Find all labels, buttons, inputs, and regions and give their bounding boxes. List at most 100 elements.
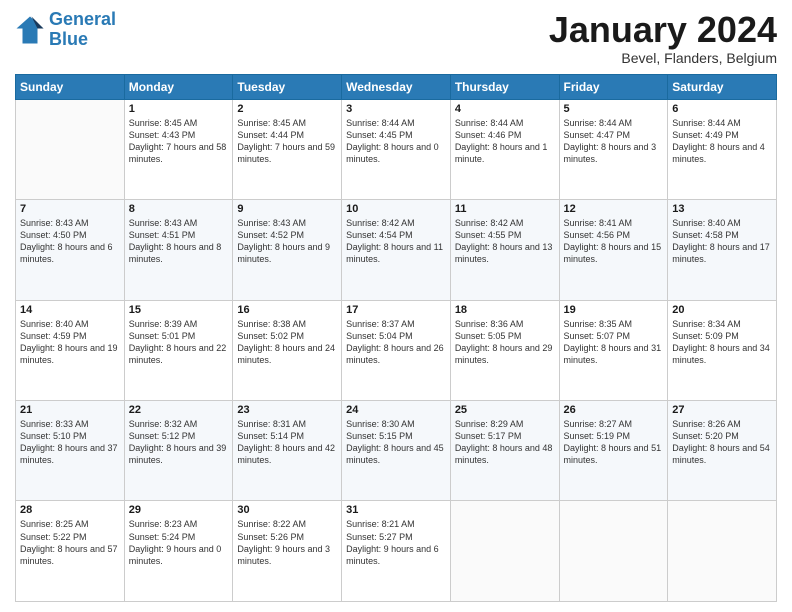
day-number: 13 — [672, 203, 772, 215]
day-number: 2 — [237, 103, 337, 115]
day-detail: Sunrise: 8:30 AMSunset: 5:15 PMDaylight:… — [346, 419, 444, 465]
month-title: January 2024 — [549, 10, 777, 50]
day-number: 24 — [346, 404, 446, 416]
day-detail: Sunrise: 8:40 AMSunset: 4:59 PMDaylight:… — [20, 319, 118, 365]
table-row: 2 Sunrise: 8:45 AMSunset: 4:44 PMDayligh… — [233, 99, 342, 199]
day-detail: Sunrise: 8:45 AMSunset: 4:43 PMDaylight:… — [129, 118, 227, 164]
header: General Blue January 2024 Bevel, Flander… — [15, 10, 777, 66]
day-number: 14 — [20, 304, 120, 316]
day-detail: Sunrise: 8:41 AMSunset: 4:56 PMDaylight:… — [564, 218, 662, 264]
day-detail: Sunrise: 8:37 AMSunset: 5:04 PMDaylight:… — [346, 319, 444, 365]
logo-text: General Blue — [49, 10, 116, 50]
logo-line2: Blue — [49, 29, 88, 49]
day-number: 25 — [455, 404, 555, 416]
table-row: 7 Sunrise: 8:43 AMSunset: 4:50 PMDayligh… — [16, 200, 125, 300]
page: General Blue January 2024 Bevel, Flander… — [0, 0, 792, 612]
day-number: 11 — [455, 203, 555, 215]
table-row: 24 Sunrise: 8:30 AMSunset: 5:15 PMDaylig… — [342, 401, 451, 501]
day-number: 28 — [20, 504, 120, 516]
day-number: 29 — [129, 504, 229, 516]
table-row: 31 Sunrise: 8:21 AMSunset: 5:27 PMDaylig… — [342, 501, 451, 602]
table-row: 1 Sunrise: 8:45 AMSunset: 4:43 PMDayligh… — [124, 99, 233, 199]
table-row: 15 Sunrise: 8:39 AMSunset: 5:01 PMDaylig… — [124, 300, 233, 400]
header-saturday: Saturday — [668, 74, 777, 99]
day-number: 12 — [564, 203, 664, 215]
table-row: 3 Sunrise: 8:44 AMSunset: 4:45 PMDayligh… — [342, 99, 451, 199]
header-monday: Monday — [124, 74, 233, 99]
day-detail: Sunrise: 8:42 AMSunset: 4:54 PMDaylight:… — [346, 218, 443, 264]
day-number: 15 — [129, 304, 229, 316]
table-row: 16 Sunrise: 8:38 AMSunset: 5:02 PMDaylig… — [233, 300, 342, 400]
table-row: 10 Sunrise: 8:42 AMSunset: 4:54 PMDaylig… — [342, 200, 451, 300]
header-sunday: Sunday — [16, 74, 125, 99]
day-detail: Sunrise: 8:40 AMSunset: 4:58 PMDaylight:… — [672, 218, 770, 264]
logo-icon — [15, 15, 45, 45]
logo: General Blue — [15, 10, 116, 50]
day-detail: Sunrise: 8:35 AMSunset: 5:07 PMDaylight:… — [564, 319, 662, 365]
day-detail: Sunrise: 8:33 AMSunset: 5:10 PMDaylight:… — [20, 419, 118, 465]
table-row: 27 Sunrise: 8:26 AMSunset: 5:20 PMDaylig… — [668, 401, 777, 501]
day-number: 21 — [20, 404, 120, 416]
day-detail: Sunrise: 8:44 AMSunset: 4:46 PMDaylight:… — [455, 118, 548, 164]
table-row: 28 Sunrise: 8:25 AMSunset: 5:22 PMDaylig… — [16, 501, 125, 602]
table-row: 12 Sunrise: 8:41 AMSunset: 4:56 PMDaylig… — [559, 200, 668, 300]
day-detail: Sunrise: 8:22 AMSunset: 5:26 PMDaylight:… — [237, 519, 330, 565]
table-row — [450, 501, 559, 602]
table-row: 19 Sunrise: 8:35 AMSunset: 5:07 PMDaylig… — [559, 300, 668, 400]
day-detail: Sunrise: 8:43 AMSunset: 4:50 PMDaylight:… — [20, 218, 113, 264]
day-detail: Sunrise: 8:43 AMSunset: 4:51 PMDaylight:… — [129, 218, 222, 264]
table-row — [668, 501, 777, 602]
day-detail: Sunrise: 8:36 AMSunset: 5:05 PMDaylight:… — [455, 319, 553, 365]
day-detail: Sunrise: 8:42 AMSunset: 4:55 PMDaylight:… — [455, 218, 553, 264]
day-number: 16 — [237, 304, 337, 316]
calendar-week-row: 21 Sunrise: 8:33 AMSunset: 5:10 PMDaylig… — [16, 401, 777, 501]
day-number: 7 — [20, 203, 120, 215]
day-number: 6 — [672, 103, 772, 115]
day-number: 31 — [346, 504, 446, 516]
day-detail: Sunrise: 8:21 AMSunset: 5:27 PMDaylight:… — [346, 519, 439, 565]
table-row: 18 Sunrise: 8:36 AMSunset: 5:05 PMDaylig… — [450, 300, 559, 400]
calendar-week-row: 7 Sunrise: 8:43 AMSunset: 4:50 PMDayligh… — [16, 200, 777, 300]
day-number: 3 — [346, 103, 446, 115]
day-number: 1 — [129, 103, 229, 115]
day-detail: Sunrise: 8:29 AMSunset: 5:17 PMDaylight:… — [455, 419, 553, 465]
table-row: 6 Sunrise: 8:44 AMSunset: 4:49 PMDayligh… — [668, 99, 777, 199]
calendar-header-row: Sunday Monday Tuesday Wednesday Thursday… — [16, 74, 777, 99]
day-number: 10 — [346, 203, 446, 215]
table-row: 30 Sunrise: 8:22 AMSunset: 5:26 PMDaylig… — [233, 501, 342, 602]
day-detail: Sunrise: 8:26 AMSunset: 5:20 PMDaylight:… — [672, 419, 770, 465]
day-number: 19 — [564, 304, 664, 316]
table-row: 25 Sunrise: 8:29 AMSunset: 5:17 PMDaylig… — [450, 401, 559, 501]
table-row: 23 Sunrise: 8:31 AMSunset: 5:14 PMDaylig… — [233, 401, 342, 501]
day-detail: Sunrise: 8:25 AMSunset: 5:22 PMDaylight:… — [20, 519, 118, 565]
day-number: 17 — [346, 304, 446, 316]
day-number: 22 — [129, 404, 229, 416]
header-wednesday: Wednesday — [342, 74, 451, 99]
logo-line1: General — [49, 9, 116, 29]
day-number: 20 — [672, 304, 772, 316]
day-number: 27 — [672, 404, 772, 416]
day-detail: Sunrise: 8:31 AMSunset: 5:14 PMDaylight:… — [237, 419, 335, 465]
day-number: 5 — [564, 103, 664, 115]
table-row: 26 Sunrise: 8:27 AMSunset: 5:19 PMDaylig… — [559, 401, 668, 501]
table-row: 11 Sunrise: 8:42 AMSunset: 4:55 PMDaylig… — [450, 200, 559, 300]
header-tuesday: Tuesday — [233, 74, 342, 99]
day-detail: Sunrise: 8:44 AMSunset: 4:47 PMDaylight:… — [564, 118, 657, 164]
table-row: 29 Sunrise: 8:23 AMSunset: 5:24 PMDaylig… — [124, 501, 233, 602]
table-row: 5 Sunrise: 8:44 AMSunset: 4:47 PMDayligh… — [559, 99, 668, 199]
table-row: 13 Sunrise: 8:40 AMSunset: 4:58 PMDaylig… — [668, 200, 777, 300]
table-row: 4 Sunrise: 8:44 AMSunset: 4:46 PMDayligh… — [450, 99, 559, 199]
table-row: 8 Sunrise: 8:43 AMSunset: 4:51 PMDayligh… — [124, 200, 233, 300]
header-thursday: Thursday — [450, 74, 559, 99]
table-row — [16, 99, 125, 199]
day-detail: Sunrise: 8:39 AMSunset: 5:01 PMDaylight:… — [129, 319, 227, 365]
day-number: 4 — [455, 103, 555, 115]
day-detail: Sunrise: 8:45 AMSunset: 4:44 PMDaylight:… — [237, 118, 335, 164]
table-row: 20 Sunrise: 8:34 AMSunset: 5:09 PMDaylig… — [668, 300, 777, 400]
day-number: 9 — [237, 203, 337, 215]
day-detail: Sunrise: 8:34 AMSunset: 5:09 PMDaylight:… — [672, 319, 770, 365]
table-row: 22 Sunrise: 8:32 AMSunset: 5:12 PMDaylig… — [124, 401, 233, 501]
table-row — [559, 501, 668, 602]
location-subtitle: Bevel, Flanders, Belgium — [549, 50, 777, 66]
title-section: January 2024 Bevel, Flanders, Belgium — [549, 10, 777, 66]
